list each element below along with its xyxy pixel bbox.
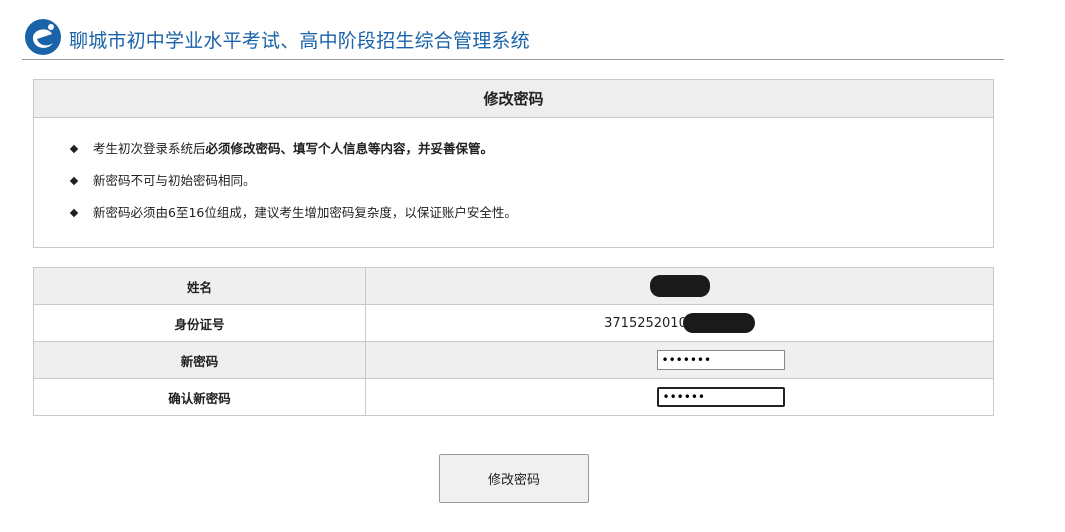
table-row: 姓名 bbox=[33, 267, 994, 305]
list-item: 考生初次登录系统后必须修改密码、填写个人信息等内容，并妥善保管。 bbox=[69, 140, 993, 172]
table-row: 身份证号 3715252010 bbox=[33, 304, 994, 342]
list-item: 新密码必须由6至16位组成，建议考生增加密码复杂度，以保证账户安全性。 bbox=[69, 204, 993, 236]
notice-text: 新密码必须由6至16位组成，建议考生增加密码复杂度，以保证账户安全性。 bbox=[93, 205, 517, 220]
id-number: 3715252010 bbox=[604, 315, 687, 331]
notice-text: 新密码不可与初始密码相同。 bbox=[93, 173, 256, 188]
table-row: 确认新密码 bbox=[33, 378, 994, 416]
id-label: 身份证号 bbox=[33, 304, 366, 342]
confirm-password-cell bbox=[365, 378, 994, 416]
bullet-icon bbox=[69, 176, 79, 186]
confirm-password-label: 确认新密码 bbox=[33, 378, 366, 416]
name-value bbox=[365, 267, 994, 305]
confirm-password-input[interactable] bbox=[656, 387, 785, 407]
header: 聊城市初中学业水平考试、高中阶段招生综合管理系统 bbox=[22, 14, 1004, 60]
notice-panel: 修改密码 考生初次登录系统后必须修改密码、填写个人信息等内容，并妥善保管。 新密… bbox=[33, 79, 994, 248]
new-password-label: 新密码 bbox=[33, 341, 366, 379]
site-title: 聊城市初中学业水平考试、高中阶段招生综合管理系统 bbox=[69, 30, 530, 52]
redacted-block bbox=[682, 313, 755, 333]
bullet-icon bbox=[69, 208, 79, 218]
notice-heading: 修改密码 bbox=[34, 80, 993, 118]
new-password-cell bbox=[365, 341, 994, 379]
name-label: 姓名 bbox=[33, 267, 366, 305]
redacted-block bbox=[649, 275, 710, 297]
bullet-icon bbox=[69, 144, 79, 154]
new-password-input[interactable] bbox=[656, 350, 785, 370]
notice-text: 考生初次登录系统后 bbox=[93, 141, 206, 156]
id-value: 3715252010 bbox=[365, 304, 994, 342]
e-logo-icon bbox=[25, 19, 61, 55]
notice-list: 考生初次登录系统后必须修改密码、填写个人信息等内容，并妥善保管。 新密码不可与初… bbox=[34, 118, 993, 236]
list-item: 新密码不可与初始密码相同。 bbox=[69, 172, 993, 204]
table-row: 新密码 bbox=[33, 341, 994, 379]
password-form-table: 姓名 身份证号 3715252010 新密码 确认新密码 bbox=[33, 267, 994, 416]
notice-text-bold: 必须修改密码、填写个人信息等内容，并妥善保管。 bbox=[205, 141, 494, 156]
change-password-button[interactable]: 修改密码 bbox=[439, 454, 589, 503]
